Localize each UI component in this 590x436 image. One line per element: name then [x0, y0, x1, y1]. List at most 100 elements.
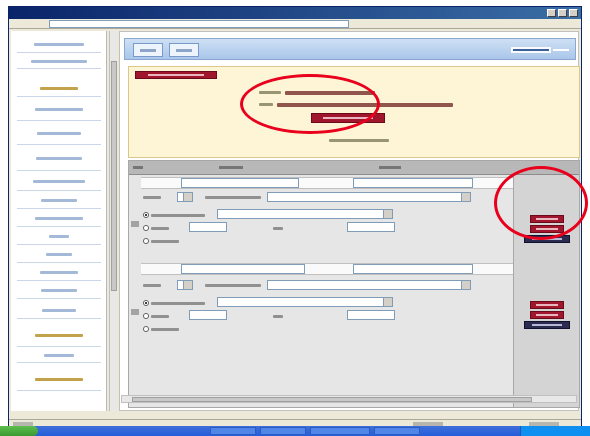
sidebar-item[interactable] — [17, 55, 101, 69]
radio-label — [151, 328, 179, 331]
grid-header-cell — [133, 166, 143, 169]
sidebar-item[interactable] — [17, 283, 101, 299]
sidebar-item-label — [36, 157, 82, 160]
sidebar-item-label — [39, 271, 79, 274]
sidebar-item[interactable] — [17, 37, 101, 53]
date-input[interactable] — [347, 310, 395, 320]
address-bar — [9, 19, 581, 29]
sidebar-item[interactable] — [17, 173, 101, 191]
sidebar-item-label — [40, 289, 78, 292]
sidebar-item-label — [37, 132, 81, 135]
app-logo — [511, 47, 569, 53]
back-button[interactable] — [135, 71, 217, 79]
sidebar-item[interactable] — [17, 123, 101, 145]
row-number — [131, 309, 139, 315]
sidebar-item[interactable] — [17, 193, 101, 209]
sidebar-item[interactable] — [17, 229, 101, 245]
sidebar-section-header — [17, 369, 101, 391]
row-select[interactable] — [177, 192, 193, 202]
sidebar-section-label — [40, 87, 78, 90]
office-select[interactable] — [267, 192, 471, 202]
window-controls — [547, 9, 578, 17]
page-header-bar — [124, 38, 576, 60]
type-radio[interactable] — [143, 238, 149, 244]
sidebar-item[interactable] — [17, 99, 101, 121]
sidebar-item-label — [34, 108, 84, 111]
sidebar-item-label — [41, 199, 77, 202]
header-button[interactable] — [133, 43, 163, 57]
grid-header-cell — [379, 166, 401, 169]
radio-label — [151, 240, 179, 243]
sidebar — [11, 31, 107, 411]
taskbar-item[interactable] — [210, 427, 256, 435]
unit-select[interactable] — [217, 297, 393, 307]
edit-button[interactable] — [530, 301, 564, 309]
type-radio[interactable] — [143, 326, 149, 332]
taskbar-item[interactable] — [260, 427, 306, 435]
taskbar-item[interactable] — [310, 427, 370, 435]
sidebar-scroll-thumb[interactable] — [111, 61, 117, 291]
sidebar-section-label — [34, 378, 84, 381]
sidebar-scrollbar[interactable] — [109, 31, 117, 411]
start-date-input[interactable] — [181, 264, 305, 274]
sidebar-item[interactable] — [17, 349, 101, 363]
type-radio[interactable] — [143, 212, 149, 218]
office-select[interactable] — [267, 280, 471, 290]
row-field-label — [205, 284, 261, 287]
type-radio[interactable] — [143, 300, 149, 306]
number-input[interactable] — [189, 310, 227, 320]
change-button[interactable] — [524, 321, 570, 329]
row-field-label — [273, 227, 283, 230]
taskbar-item[interactable] — [374, 427, 420, 435]
maximize-icon[interactable] — [558, 9, 567, 17]
header-button-label — [175, 48, 193, 52]
address-input[interactable] — [49, 20, 349, 28]
close-icon[interactable] — [569, 9, 578, 17]
sidebar-section-header — [17, 325, 101, 347]
sidebar-item[interactable] — [17, 147, 101, 171]
sidebar-item-label — [31, 60, 87, 63]
row-field-label — [143, 196, 161, 199]
unit-select[interactable] — [217, 209, 393, 219]
end-date-input[interactable] — [353, 264, 473, 274]
sidebar-item[interactable] — [17, 265, 101, 281]
sidebar-item-label — [42, 309, 76, 312]
radio-label — [151, 302, 205, 305]
row-number — [131, 221, 139, 227]
system-tray — [520, 426, 590, 436]
section-caption — [329, 139, 389, 142]
close-button[interactable] — [530, 311, 564, 319]
sidebar-item[interactable] — [17, 247, 101, 263]
row-select[interactable] — [177, 280, 193, 290]
header-button[interactable] — [169, 43, 199, 57]
sidebar-section-label — [35, 334, 83, 337]
windows-logo-icon[interactable] — [0, 426, 38, 436]
grid-header-cell — [219, 166, 243, 169]
sidebar-item-label — [33, 43, 85, 46]
minimize-icon[interactable] — [547, 9, 556, 17]
taskbar — [0, 426, 590, 436]
row-field-label — [143, 284, 161, 287]
end-date-input[interactable] — [353, 178, 473, 188]
sidebar-item[interactable] — [17, 303, 101, 319]
header-button-label — [139, 48, 157, 52]
horizontal-scrollbar[interactable] — [121, 395, 577, 403]
sidebar-item-label — [34, 217, 84, 220]
back-button-label — [148, 74, 204, 76]
row-field-label — [205, 196, 261, 199]
sidebar-item-label — [43, 354, 75, 357]
annotation-circle — [240, 74, 380, 134]
horizontal-scroll-thumb[interactable] — [132, 397, 532, 402]
change-button-label — [531, 324, 563, 326]
close-button-label — [535, 314, 559, 316]
type-radio[interactable] — [143, 313, 149, 319]
type-radio[interactable] — [143, 225, 149, 231]
start-date-input[interactable] — [181, 178, 299, 188]
sidebar-item-label — [32, 180, 86, 183]
sidebar-item[interactable] — [17, 211, 101, 227]
radio-label — [151, 227, 169, 230]
number-input[interactable] — [189, 222, 227, 232]
date-input[interactable] — [347, 222, 395, 232]
sidebar-item-label — [45, 253, 73, 256]
edit-button-label — [535, 304, 559, 306]
